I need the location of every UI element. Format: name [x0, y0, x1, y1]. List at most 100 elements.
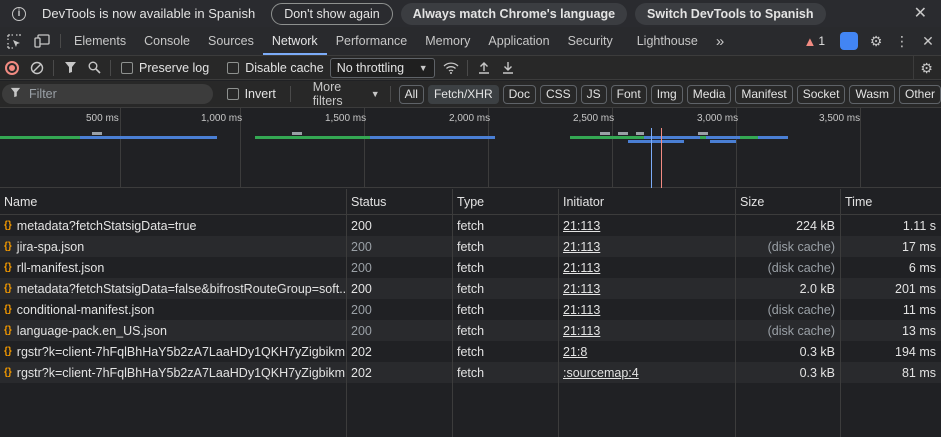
- dont-show-again-button[interactable]: Don't show again: [271, 2, 393, 25]
- fetch-icon: {}: [4, 283, 12, 294]
- initiator-link[interactable]: 21:8: [563, 345, 587, 359]
- switch-to-spanish-button[interactable]: Switch DevTools to Spanish: [635, 2, 826, 25]
- chip-font[interactable]: Font: [610, 84, 647, 104]
- chip-socket[interactable]: Socket: [796, 84, 846, 104]
- disable-cache-checkbox[interactable]: Disable cache: [227, 61, 324, 75]
- tab-network[interactable]: Network: [262, 27, 327, 55]
- type-cell: fetch: [453, 236, 559, 257]
- network-conditions-icon[interactable]: [439, 57, 463, 79]
- chevron-down-icon: ▼: [370, 89, 380, 99]
- throttling-select[interactable]: No throttling ▼: [329, 57, 435, 78]
- chip-wasm[interactable]: Wasm: [849, 84, 895, 104]
- initiator-cell: 21:113: [559, 257, 736, 278]
- chip-manifest[interactable]: Manifest: [735, 84, 793, 104]
- checkbox-box[interactable]: [121, 61, 133, 74]
- filter-icon[interactable]: [58, 57, 82, 79]
- import-har-icon[interactable]: [472, 57, 496, 79]
- language-infobar: i DevTools is now available in Spanish D…: [0, 0, 941, 27]
- tab-elements[interactable]: Elements: [65, 27, 135, 55]
- column-header-size[interactable]: Size: [736, 189, 841, 214]
- request-name: conditional-manifest.json: [16, 302, 155, 317]
- initiator-link[interactable]: 21:113: [563, 219, 600, 233]
- table-header: Name Status Type Initiator Size Time: [0, 189, 941, 215]
- filter-placeholder: Filter: [29, 87, 57, 101]
- clear-icon[interactable]: [25, 57, 49, 79]
- size-cell: 0.3 kB: [736, 362, 841, 383]
- ai-assistance-icon[interactable]: [840, 32, 858, 50]
- initiator-link[interactable]: 21:113: [563, 324, 600, 338]
- initiator-link[interactable]: 21:113: [563, 240, 600, 254]
- gear-icon[interactable]: ⚙: [863, 28, 889, 54]
- throttling-value: No throttling: [336, 60, 405, 75]
- table-row[interactable]: {} rgstr?k=client-7hFqlBhHaY5b2zA7LaaHDy1…: [0, 341, 941, 362]
- tab-memory[interactable]: Memory: [416, 27, 479, 55]
- chip-js[interactable]: JS: [580, 84, 607, 104]
- more-filters-dropdown[interactable]: More filters ▼: [313, 80, 380, 108]
- kebab-menu-icon[interactable]: ⋮: [889, 28, 915, 54]
- search-icon[interactable]: [82, 57, 106, 79]
- table-filler: [0, 383, 941, 437]
- table-row[interactable]: {} rll-manifest.json 200 fetch 21:113 (di…: [0, 257, 941, 278]
- tab-security[interactable]: Security: [559, 27, 622, 55]
- request-name-cell[interactable]: {} conditional-manifest.json: [0, 299, 347, 320]
- request-name-cell[interactable]: {} metadata?fetchStatsigData=false&bifros…: [0, 278, 347, 299]
- tab-lighthouse[interactable]: Lighthouse: [628, 27, 707, 55]
- status-cell: 200: [347, 257, 453, 278]
- table-row[interactable]: {} language-pack.en_US.json 200 fetch 21:…: [0, 320, 941, 341]
- request-name-cell[interactable]: {} jira-spa.json: [0, 236, 347, 257]
- size-cell: (disk cache): [736, 299, 841, 320]
- table-row[interactable]: {} rgstr?k=client-7hFqlBhHaY5b2zA7LaaHDy1…: [0, 362, 941, 383]
- chip-doc[interactable]: Doc: [502, 84, 536, 104]
- overview-bar: [706, 136, 740, 139]
- checkbox-box[interactable]: [227, 61, 240, 74]
- preserve-log-checkbox[interactable]: Preserve log: [121, 61, 209, 75]
- invert-checkbox[interactable]: Invert: [226, 87, 276, 101]
- chip-css[interactable]: CSS: [539, 84, 577, 104]
- more-tabs-button[interactable]: »: [707, 27, 733, 55]
- table-row[interactable]: {} jira-spa.json 200 fetch 21:113 (disk c…: [0, 236, 941, 257]
- column-header-initiator[interactable]: Initiator: [559, 189, 736, 214]
- issues-counter[interactable]: ▲ 1: [803, 34, 825, 49]
- column-header-type[interactable]: Type: [453, 189, 559, 214]
- request-name-cell[interactable]: {} language-pack.en_US.json: [0, 320, 347, 341]
- close-devtools-icon[interactable]: ✕: [915, 28, 941, 54]
- network-overview[interactable]: 500 ms 1,000 ms 1,500 ms 2,000 ms 2,500 …: [0, 108, 941, 188]
- load-event-marker: [661, 128, 662, 188]
- request-name-cell[interactable]: {} rgstr?k=client-7hFqlBhHaY5b2zA7LaaHDy1…: [0, 362, 347, 383]
- tab-application[interactable]: Application: [479, 27, 558, 55]
- device-toolbar-icon[interactable]: [28, 27, 56, 55]
- chip-media[interactable]: Media: [686, 84, 732, 104]
- table-row[interactable]: {} conditional-manifest.json 200 fetch 21…: [0, 299, 941, 320]
- close-icon[interactable]: ✕: [914, 3, 927, 23]
- column-header-name[interactable]: Name: [0, 189, 347, 214]
- initiator-link[interactable]: 21:113: [563, 261, 600, 275]
- record-icon[interactable]: [5, 60, 19, 75]
- request-name-cell[interactable]: {} metadata?fetchStatsigData=true: [0, 215, 347, 236]
- initiator-link[interactable]: 21:113: [563, 303, 600, 317]
- fetch-icon: {}: [4, 262, 12, 273]
- tab-sources[interactable]: Sources: [199, 27, 263, 55]
- chip-all[interactable]: All: [398, 84, 424, 104]
- chip-other[interactable]: Other: [899, 84, 941, 104]
- inspect-element-icon[interactable]: [0, 27, 28, 55]
- preserve-log-label: Preserve log: [139, 60, 210, 75]
- always-match-language-button[interactable]: Always match Chrome's language: [400, 2, 628, 25]
- tab-console[interactable]: Console: [135, 27, 199, 55]
- chip-img[interactable]: Img: [650, 84, 683, 104]
- initiator-link[interactable]: 21:113: [563, 282, 600, 296]
- initiator-link[interactable]: :sourcemap:4: [563, 366, 639, 380]
- column-filler: [347, 383, 453, 437]
- column-header-time[interactable]: Time: [841, 189, 941, 214]
- checkbox-box[interactable]: [226, 88, 239, 100]
- table-row[interactable]: {} metadata?fetchStatsigData=false&bifros…: [0, 278, 941, 299]
- network-settings-gear-icon[interactable]: ⚙: [913, 56, 939, 80]
- table-row[interactable]: {} metadata?fetchStatsigData=true 200 fet…: [0, 215, 941, 236]
- overview-bar: [92, 132, 102, 135]
- export-har-icon[interactable]: [496, 57, 520, 79]
- request-name-cell[interactable]: {} rll-manifest.json: [0, 257, 347, 278]
- column-header-status[interactable]: Status: [347, 189, 453, 214]
- tab-performance[interactable]: Performance: [327, 27, 417, 55]
- chip-fetch-xhr[interactable]: Fetch/XHR: [427, 84, 499, 104]
- filter-input[interactable]: Filter: [2, 84, 213, 104]
- request-name-cell[interactable]: {} rgstr?k=client-7hFqlBhHaY5b2zA7LaaHDy1…: [0, 341, 347, 362]
